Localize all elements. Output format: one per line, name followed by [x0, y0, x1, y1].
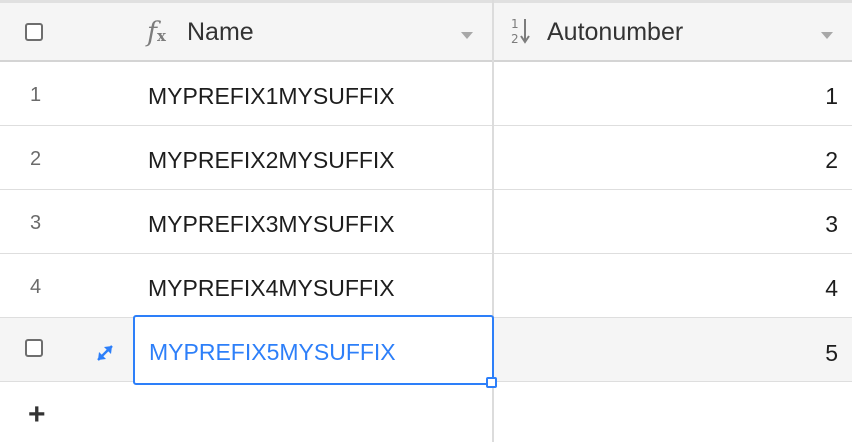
row-number: 1 — [30, 84, 42, 106]
add-row: + — [0, 382, 852, 442]
table-row[interactable]: 2 MYPREFIX2MYSUFFIX 2 — [0, 126, 852, 190]
row-number: 4 — [30, 276, 42, 298]
autonumber-cell[interactable]: 3 — [825, 211, 838, 238]
expand-record-icon[interactable] — [94, 342, 116, 369]
fill-handle[interactable] — [486, 377, 497, 388]
table-row[interactable]: 3 MYPREFIX3MYSUFFIX 3 — [0, 190, 852, 254]
table-row[interactable]: 4 MYPREFIX4MYSUFFIX 4 — [0, 254, 852, 318]
add-row-button[interactable]: + — [28, 398, 46, 432]
autonumber-sort-icon: 1 2 — [510, 16, 532, 51]
name-cell[interactable]: MYPREFIX2MYSUFFIX — [148, 147, 395, 174]
autonumber-cell[interactable]: 5 — [825, 340, 838, 367]
row-checkbox[interactable] — [25, 339, 43, 357]
table-row[interactable]: 1 MYPREFIX1MYSUFFIX 1 — [0, 62, 852, 126]
active-cell-editor[interactable]: MYPREFIX5MYSUFFIX — [133, 315, 494, 385]
column-header-autonumber[interactable]: Autonumber — [547, 18, 683, 47]
svg-text:2: 2 — [511, 32, 519, 46]
autonumber-cell[interactable]: 2 — [825, 147, 838, 174]
name-cell[interactable]: MYPREFIX4MYSUFFIX — [148, 275, 395, 302]
name-cell[interactable]: MYPREFIX3MYSUFFIX — [148, 211, 395, 238]
name-cell[interactable]: MYPREFIX1MYSUFFIX — [148, 83, 395, 110]
row-number: 3 — [30, 212, 42, 234]
chevron-down-icon[interactable] — [461, 32, 473, 39]
name-cell-active[interactable]: MYPREFIX5MYSUFFIX — [149, 339, 396, 366]
data-grid: fx Name 1 2 Autonumber 1 MYPREFIX1MYSUFF… — [0, 0, 852, 442]
svg-text:1: 1 — [511, 17, 519, 31]
formula-fx-icon: fx — [147, 17, 166, 48]
select-all-checkbox[interactable] — [25, 23, 43, 41]
column-header-name[interactable]: Name — [187, 18, 254, 47]
chevron-down-icon[interactable] — [821, 32, 833, 39]
autonumber-cell[interactable]: 4 — [825, 275, 838, 302]
autonumber-cell[interactable]: 1 — [825, 83, 838, 110]
row-number: 2 — [30, 148, 42, 170]
grid-header: fx Name 1 2 Autonumber — [0, 0, 852, 62]
